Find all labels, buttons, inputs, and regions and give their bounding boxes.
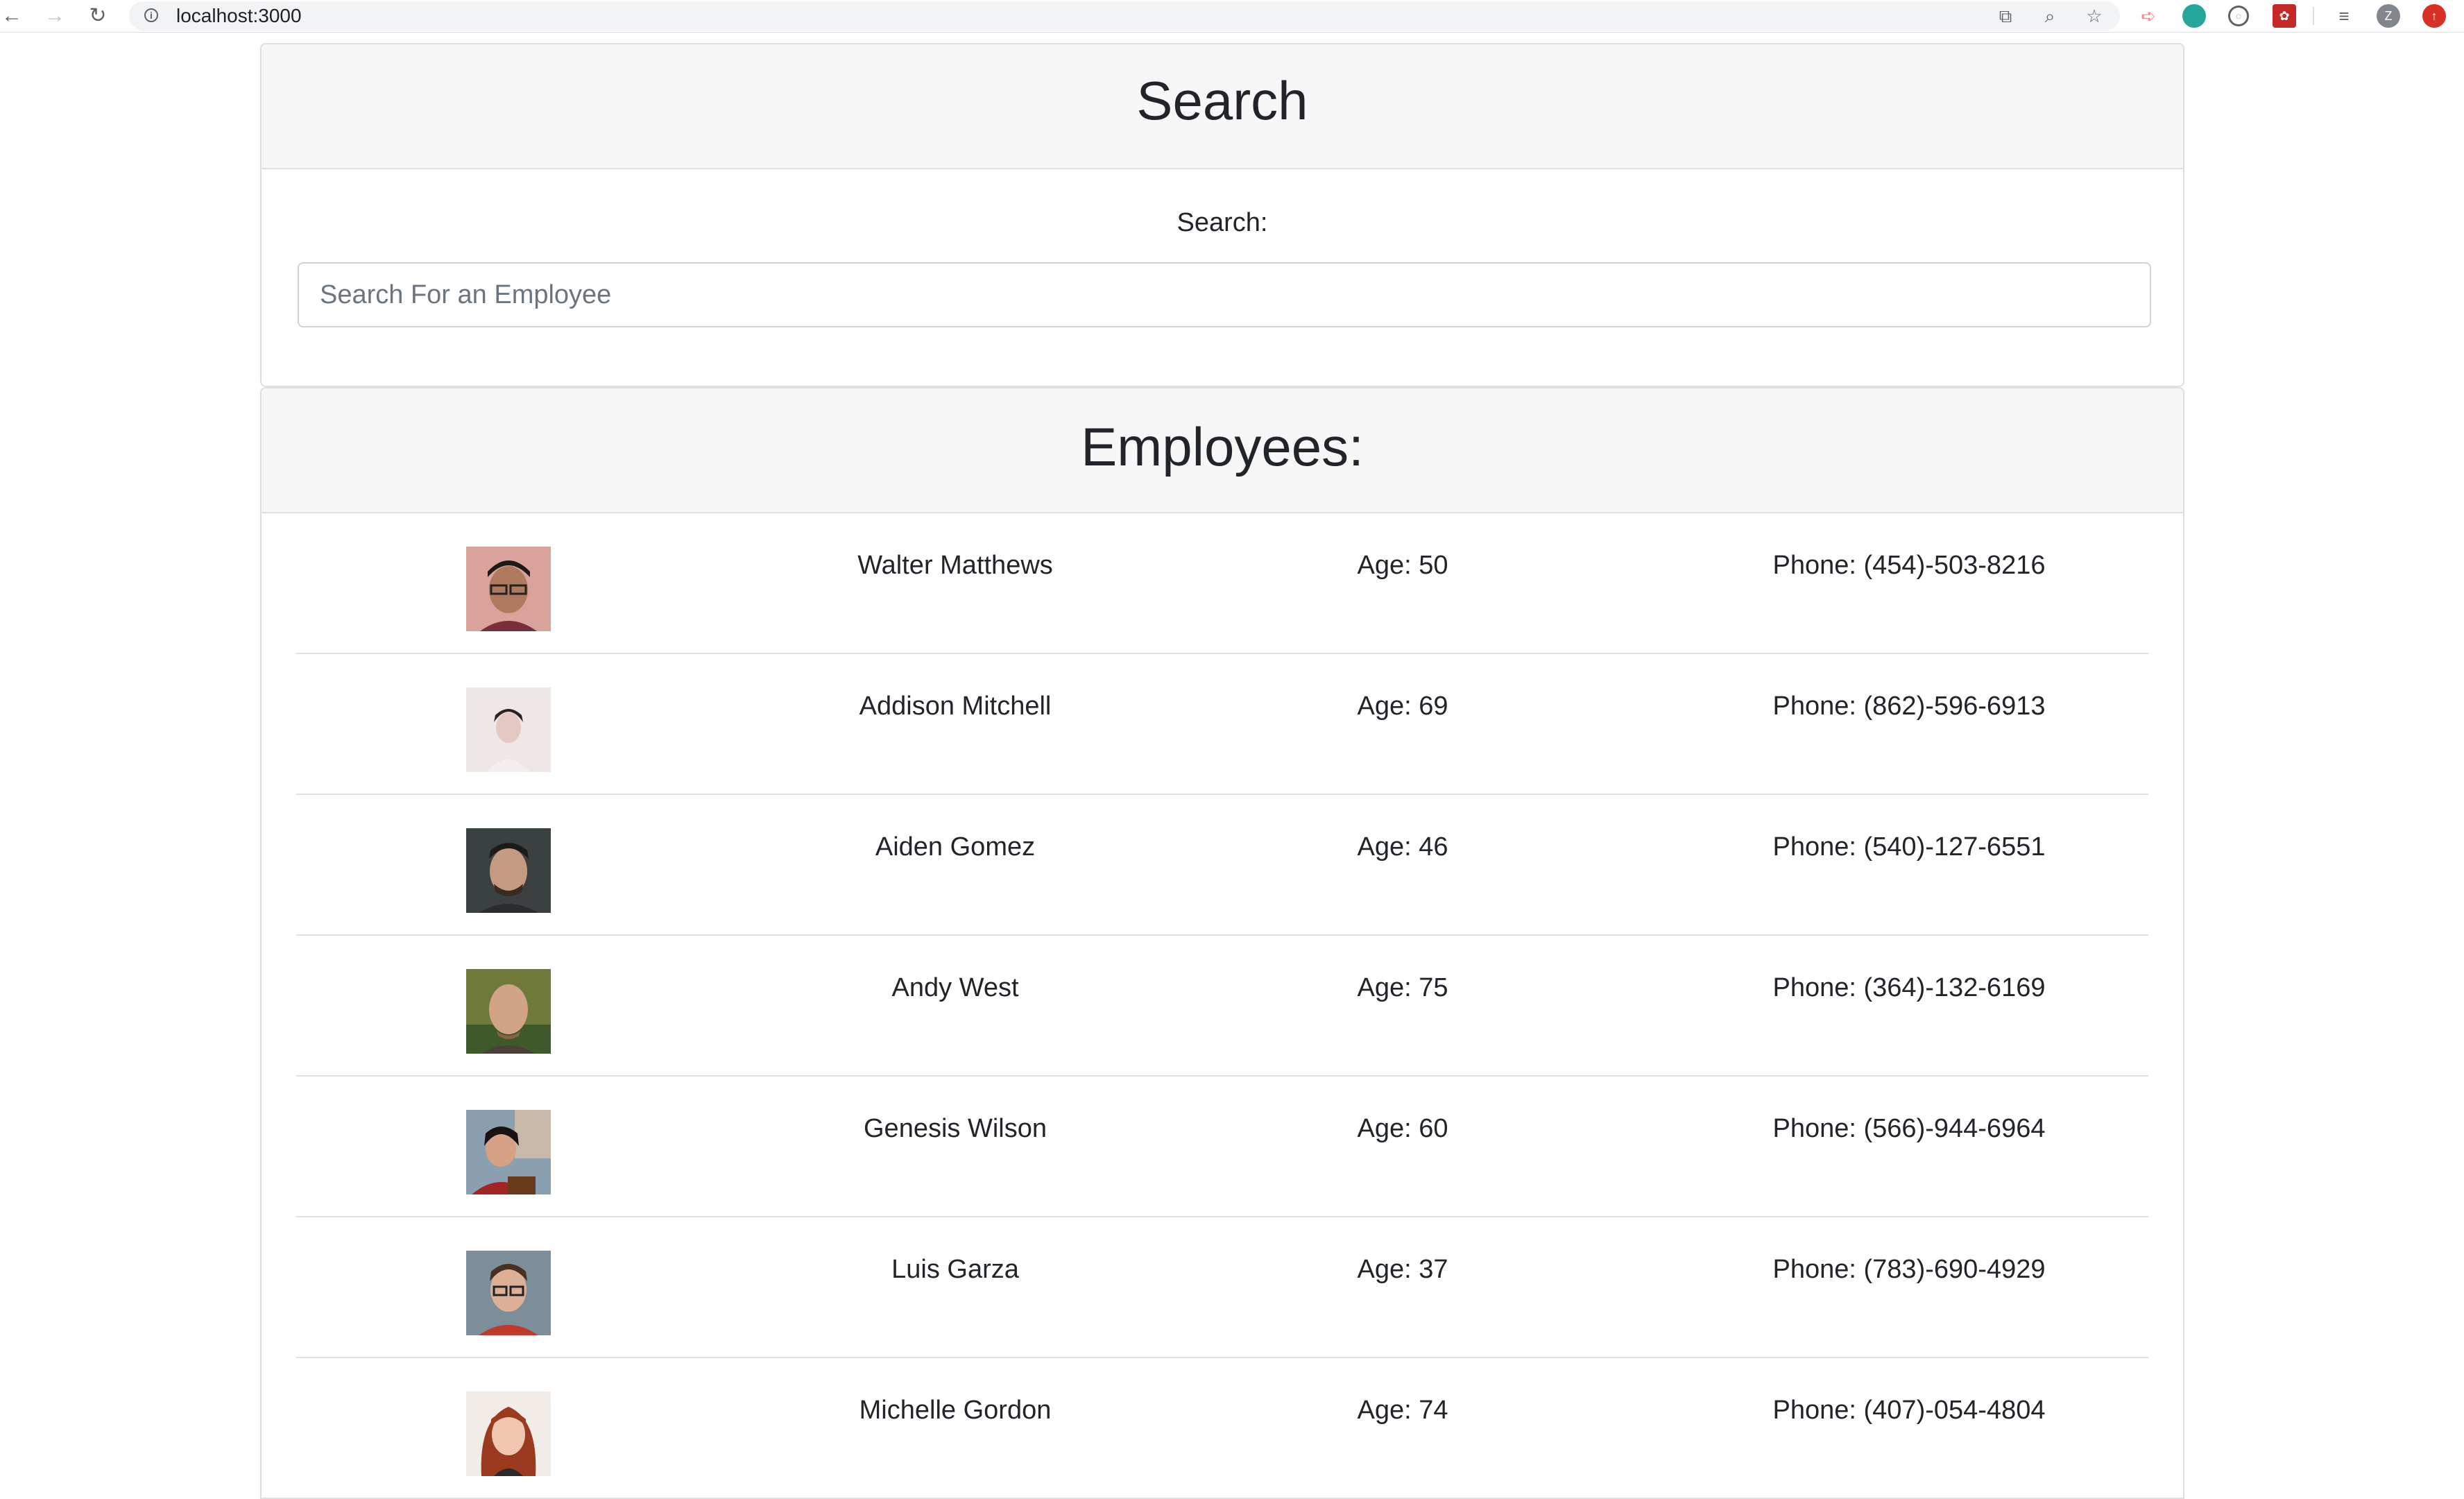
employees-card: Employees: Walter Matthews Age: 50 Phone… [260,387,2184,1499]
employee-phone: Phone: (566)-944-6964 [1772,1114,2046,1143]
employee-photo [466,687,551,772]
employee-age: Age: 37 [1357,1255,1448,1284]
employee-name: Michelle Gordon [859,1396,1052,1425]
site-info-icon[interactable]: i [144,8,158,22]
reload-icon[interactable]: ↻ [86,4,110,28]
employee-phone: Phone: (783)-690-4929 [1772,1255,2046,1284]
employee-photo [466,547,551,631]
employee-phone: Phone: (540)-127-6551 [1772,832,2046,862]
back-icon[interactable]: ← [0,4,24,28]
employee-phone: Phone: (364)-132-6169 [1772,973,2046,1002]
employee-row: Andy West Age: 75 Phone: (364)-132-6169 [296,936,2148,1077]
employee-photo [466,828,551,913]
employee-row: Addison Mitchell Age: 69 Phone: (862)-59… [296,654,2148,795]
employee-row: Aiden Gomez Age: 46 Phone: (540)-127-655… [296,795,2148,936]
employee-name: Andy West [891,973,1019,1002]
employee-row: Walter Matthews Age: 50 Phone: (454)-503… [296,513,2148,654]
employee-name: Luis Garza [891,1255,1019,1284]
address-bar[interactable]: i localhost:3000 ⧉ ⌕ ☆ [129,1,2120,31]
employee-photo [466,1110,551,1194]
employee-age: Age: 75 [1357,973,1448,1002]
zoom-icon[interactable]: ⌕ [2037,3,2063,29]
search-input[interactable] [298,262,2151,327]
extension-arrow-icon[interactable]: ➪ [2137,4,2160,28]
employee-list: Walter Matthews Age: 50 Phone: (454)-503… [262,513,2183,1498]
employee-age: Age: 50 [1357,551,1448,580]
extension-teal-icon[interactable] [2182,4,2206,28]
forward-icon[interactable]: → [43,4,67,28]
search-card-body: Search: [262,169,2183,386]
employees-card-header: Employees: [262,388,2183,513]
employee-row: Genesis Wilson Age: 60 Phone: (566)-944-… [296,1077,2148,1217]
extension-circle-icon[interactable]: ◌ [2228,6,2249,26]
employee-age: Age: 69 [1357,692,1448,721]
search-heading: Search [1136,70,1308,131]
employee-age: Age: 74 [1357,1396,1448,1425]
employee-row: Michelle Gordon Age: 74 Phone: (407)-054… [296,1358,2148,1498]
update-icon[interactable]: ↑ [2422,4,2446,28]
employee-age: Age: 46 [1357,832,1448,862]
employee-phone: Phone: (454)-503-8216 [1772,551,2046,580]
browser-toolbar: ← → ↻ i localhost:3000 ⧉ ⌕ ☆ ➪ ◌ ✿ ≡ Z ↑ [0,0,2464,33]
employees-heading: Employees: [1081,416,1364,477]
extension-red-icon[interactable]: ✿ [2273,4,2296,28]
employee-name: Addison Mitchell [859,692,1052,721]
employee-age: Age: 60 [1357,1114,1448,1143]
search-card-header: Search [262,44,2183,169]
employee-photo [466,969,551,1054]
page-container: Search Search: Employees: Walter Matthew… [260,43,2184,1499]
employee-row: Luis Garza Age: 37 Phone: (783)-690-4929 [296,1217,2148,1358]
profile-avatar[interactable]: Z [2377,4,2400,28]
bookmark-star-icon[interactable]: ☆ [2081,3,2107,29]
open-external-icon[interactable]: ⧉ [1992,3,2019,29]
employee-name: Walter Matthews [857,551,1053,580]
employee-photo [466,1251,551,1335]
employee-phone: Phone: (407)-054-4804 [1772,1396,2046,1425]
employee-name: Aiden Gomez [875,832,1036,862]
search-card: Search Search: [260,43,2184,387]
employee-phone: Phone: (862)-596-6913 [1772,692,2046,721]
search-label: Search: [1177,208,1268,237]
employee-name: Genesis Wilson [864,1114,1047,1143]
reading-list-icon[interactable]: ≡ [2331,3,2357,29]
employee-photo [466,1391,551,1476]
url-text: localhost:3000 [176,5,302,26]
toolbar-divider [2313,7,2314,25]
